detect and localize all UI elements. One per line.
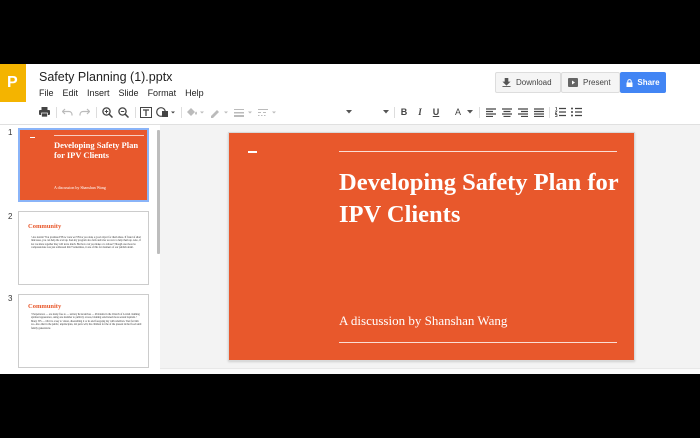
undo-icon[interactable] (61, 105, 73, 119)
present-label: Present (583, 78, 611, 87)
border-color-icon[interactable] (209, 105, 229, 119)
menu-format[interactable]: Format (148, 88, 177, 98)
slide-number-2: 2 (8, 212, 13, 221)
present-button[interactable]: Present (561, 72, 620, 93)
print-icon[interactable] (38, 105, 50, 119)
thumb-heading: Community (28, 223, 62, 230)
slide-top-rule (339, 151, 617, 152)
thumb-title: Developing Safety Plan for IPV Clients (54, 140, 139, 160)
menu-file[interactable]: File (39, 88, 54, 98)
align-right-icon[interactable] (517, 105, 528, 119)
main-slide-canvas[interactable]: Developing Safety Plan for IPV Clients A… (228, 132, 635, 361)
thumb-heading: Community (28, 303, 62, 310)
logo-letter: P (7, 74, 18, 91)
border-weight-icon[interactable] (233, 105, 253, 119)
slide-accent-dash (248, 151, 257, 153)
text-color-letter: A (454, 107, 461, 117)
slide-thumbnail-3[interactable]: Community • Perpetrators — are many free… (18, 294, 149, 368)
align-left-icon[interactable] (485, 105, 496, 119)
zoom-in-icon[interactable] (101, 105, 113, 119)
bold-button[interactable]: B (399, 105, 409, 119)
align-center-icon[interactable] (501, 105, 512, 119)
shape-icon[interactable] (155, 105, 177, 119)
text-color-chevron-icon[interactable] (466, 105, 474, 119)
text-color-button[interactable]: A (452, 105, 464, 119)
menu-help[interactable]: Help (185, 88, 204, 98)
thumb-line (54, 135, 144, 136)
redo-icon[interactable] (78, 105, 90, 119)
thumb-body: • Are trends? You promised? How were we?… (31, 236, 142, 250)
fill-color-icon[interactable] (185, 105, 205, 119)
share-button[interactable]: Share (620, 72, 666, 93)
text-box-icon[interactable] (139, 105, 152, 119)
border-dash-icon[interactable] (257, 105, 277, 119)
thumb-dash (30, 137, 35, 138)
canvas-bottom-bar (160, 368, 700, 374)
share-label: Share (637, 78, 660, 87)
zoom-out-icon[interactable] (117, 105, 129, 119)
slide-bottom-rule (339, 342, 617, 343)
numbered-list-icon[interactable] (554, 105, 566, 119)
font-size-chevron-icon[interactable] (382, 105, 390, 119)
underline-button[interactable]: U (431, 105, 441, 119)
download-button[interactable]: Download (495, 72, 561, 93)
menu-slide[interactable]: Slide (119, 88, 139, 98)
slide-title[interactable]: Developing Safety Plan for IPV Clients (339, 167, 629, 231)
font-dropdown-chevron-icon[interactable] (345, 105, 353, 119)
slides-logo[interactable]: P (0, 64, 26, 102)
toolbar: B I U A (0, 104, 700, 122)
menu-bar: File Edit Insert Slide Format Help (39, 88, 213, 98)
thumb-subtitle: A discussion by Shanshan Wang (54, 185, 106, 190)
menu-edit[interactable]: Edit (63, 88, 79, 98)
align-justify-icon[interactable] (533, 105, 544, 119)
slide-subtitle[interactable]: A discussion by Shanshan Wang (339, 313, 507, 329)
lock-icon (626, 78, 633, 87)
slide-number-3: 3 (8, 294, 13, 303)
download-icon (502, 78, 511, 87)
slide-number-1: 1 (8, 128, 13, 137)
bulleted-list-icon[interactable] (570, 105, 582, 119)
italic-button[interactable]: I (415, 105, 425, 119)
menu-insert[interactable]: Insert (87, 88, 110, 98)
document-title[interactable]: Safety Planning (1).pptx (39, 70, 172, 84)
present-icon (568, 78, 578, 87)
slide-thumbnail-1[interactable]: Developing Safety Plan for IPV Clients A… (18, 128, 149, 202)
thumb-body: • Perpetrators — are many free to — tert… (31, 313, 142, 330)
filmstrip-scrollbar[interactable] (157, 130, 160, 254)
slide-thumbnail-2[interactable]: Community • Are trends? You promised? Ho… (18, 211, 149, 285)
download-label: Download (516, 78, 552, 87)
